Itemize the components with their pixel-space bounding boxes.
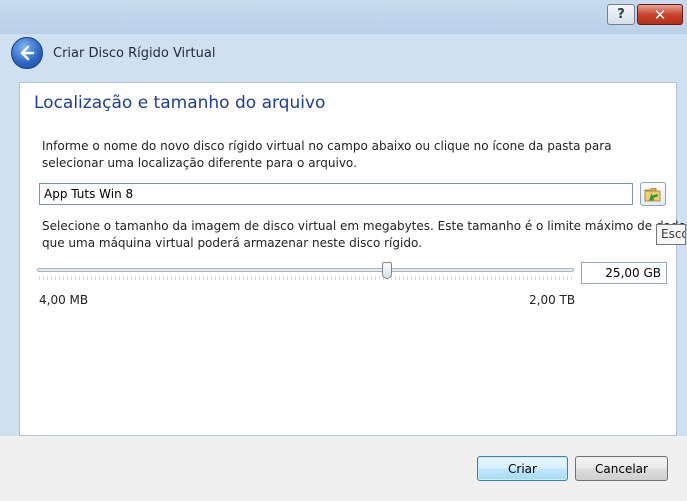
wizard-footer: Criar Cancelar: [0, 436, 687, 501]
size-slider-thumb[interactable]: [381, 262, 392, 279]
folder-icon: [644, 187, 661, 201]
location-description: Informe o nome do novo disco rígido virt…: [42, 139, 612, 170]
close-button[interactable]: ✕: [637, 4, 683, 25]
title-bar-buttons: ? ✕: [607, 4, 683, 25]
size-slider-ticks: [39, 276, 573, 280]
size-description: Selecione o tamanho da imagem de disco v…: [42, 218, 687, 252]
window-header: Criar Disco Rígido Virtual: [0, 30, 687, 82]
size-input[interactable]: [581, 262, 667, 284]
size-slider-track[interactable]: [37, 268, 574, 272]
size-description-line-2: que uma máquina virtual poderá armazenar…: [42, 236, 422, 250]
slider-max-label: 2,00 TB: [529, 293, 576, 307]
file-name-input[interactable]: [39, 183, 633, 205]
background-window-strip: [0, 0, 687, 34]
wizard-content: Localização e tamanho do arquivo Informe…: [19, 82, 687, 436]
size-description-line-1: Selecione o tamanho da imagem de disco v…: [42, 219, 687, 233]
choose-folder-button[interactable]: [640, 182, 666, 206]
help-button[interactable]: ?: [607, 4, 635, 25]
create-button[interactable]: Criar: [477, 456, 568, 481]
cancel-button[interactable]: Cancelar: [575, 456, 668, 481]
window-title: Criar Disco Rígido Virtual: [53, 46, 216, 61]
page-title: Localização e tamanho do arquivo: [34, 93, 326, 113]
back-arrow-icon: [20, 45, 35, 61]
slider-min-label: 4,00 MB: [39, 293, 89, 307]
tooltip: Esco: [656, 224, 686, 245]
back-button[interactable]: [11, 37, 43, 69]
